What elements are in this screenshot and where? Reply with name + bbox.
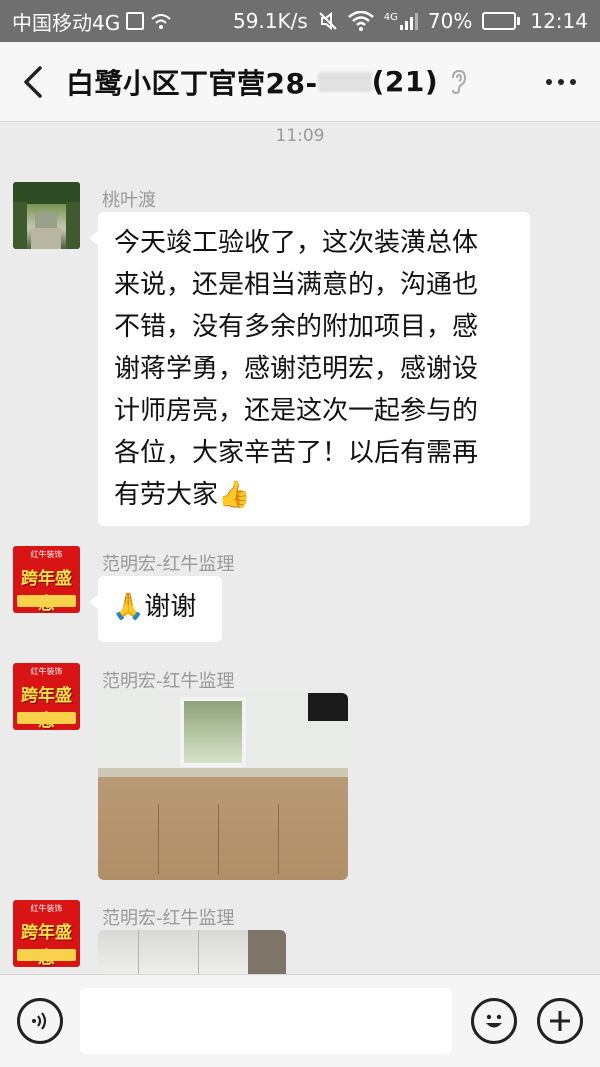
promo-brand-text: 红牛装饰 [30,550,63,559]
message-line: 今天竣工验收了，这次装潢总体 [114,228,479,258]
clock: 12:14 [530,9,588,33]
message-timestamp: 11:09 [275,126,325,146]
message-line: 来说，还是相当满意的，沟通也 [114,270,479,300]
avatar[interactable]: 红牛装饰 跨年盛惠 [13,900,80,967]
chat-area[interactable]: 11:09 桃叶渡 今天竣工验收了，这次装潢总体 来说，还是相当满意的，沟通也 … [0,122,600,974]
kitchen-photo[interactable] [98,693,348,880]
member-count: (21) [371,65,439,98]
promo-brand-text: 红牛装饰 [30,667,63,676]
promo-banner [17,595,76,607]
back-button[interactable] [0,42,66,122]
message-bubble[interactable]: 今天竣工验收了，这次装潢总体 来说，还是相当满意的，沟通也 不错，没有多余的附加… [89,212,530,526]
avatar[interactable]: 红牛装饰 跨年盛惠 [13,663,80,730]
group-name: 白鹭小区丁官营28- [66,66,318,100]
range-hood [308,693,348,721]
mute-icon [319,11,337,31]
battery-icon [482,12,521,30]
plus-icon [550,1011,570,1031]
kitchen-window [180,697,246,767]
cabinet-seam [158,804,159,874]
wardrobe-photo[interactable] [98,930,286,974]
message-line: 不错，没有多余的附加项目，感 [114,312,479,342]
carrier-label: 中国移动4G [12,10,121,35]
battery-percent: 70% [427,9,473,33]
voice-icon [32,1012,47,1030]
doorway [248,930,286,974]
sender-name: 范明宏-红牛监理 [102,554,235,575]
earpiece-mode-icon [452,69,467,94]
message-line: 计师房亮，还是这次一起参与的 [114,396,479,426]
wardrobe-seam [138,930,139,974]
image-notification-icon [126,12,145,30]
redacted-text [317,71,372,92]
more-dot-icon [546,79,552,85]
input-bar [0,974,600,1067]
more-functions-button[interactable] [537,998,583,1044]
park-landscape-icon [13,182,80,249]
smiley-icon [486,1014,502,1028]
avatar[interactable] [13,182,80,249]
more-dot-icon [570,79,576,85]
voice-input-button[interactable] [17,998,63,1044]
avatar[interactable]: 红牛装饰 跨年盛惠 [13,546,80,613]
sender-name: 桃叶渡 [102,190,156,211]
promo-banner [17,949,76,961]
cabinet-seam [278,804,279,874]
network-speed: 59.1K/s [232,9,308,33]
message-input[interactable] [80,988,452,1054]
message-bubble[interactable]: 🙏谢谢 [89,576,222,642]
signal-strength-icon [399,12,418,30]
more-options-button[interactable] [546,42,576,122]
group-title: 白鹭小区丁官营28- (21) [66,62,468,102]
more-dot-icon [558,79,564,85]
cabinet-seam [218,804,219,874]
back-arrow-icon [24,65,42,98]
wifi-share-icon [151,14,171,29]
sender-name: 范明宏-红牛监理 [102,908,235,929]
sender-name: 范明宏-红牛监理 [102,671,235,692]
message-line: 谢蒋学勇，感谢范明宏，感谢设 [114,354,479,384]
wardrobe-seam [198,930,199,974]
promo-brand-text: 红牛装饰 [30,904,63,913]
chat-header: 白鹭小区丁官营28- (21) [0,42,600,122]
network-type-label: 4G [383,12,398,23]
message-line: 有劳大家👍 [114,480,251,510]
message-text: 🙏谢谢 [112,592,197,622]
wifi-icon [347,11,374,31]
promo-banner [17,712,76,724]
emoji-button[interactable] [471,998,517,1044]
status-bar: 中国移动4G 59.1K/s 4G 70% 12:14 [0,0,600,42]
message-line: 各位，大家辛苦了！以后有需再 [114,438,479,468]
